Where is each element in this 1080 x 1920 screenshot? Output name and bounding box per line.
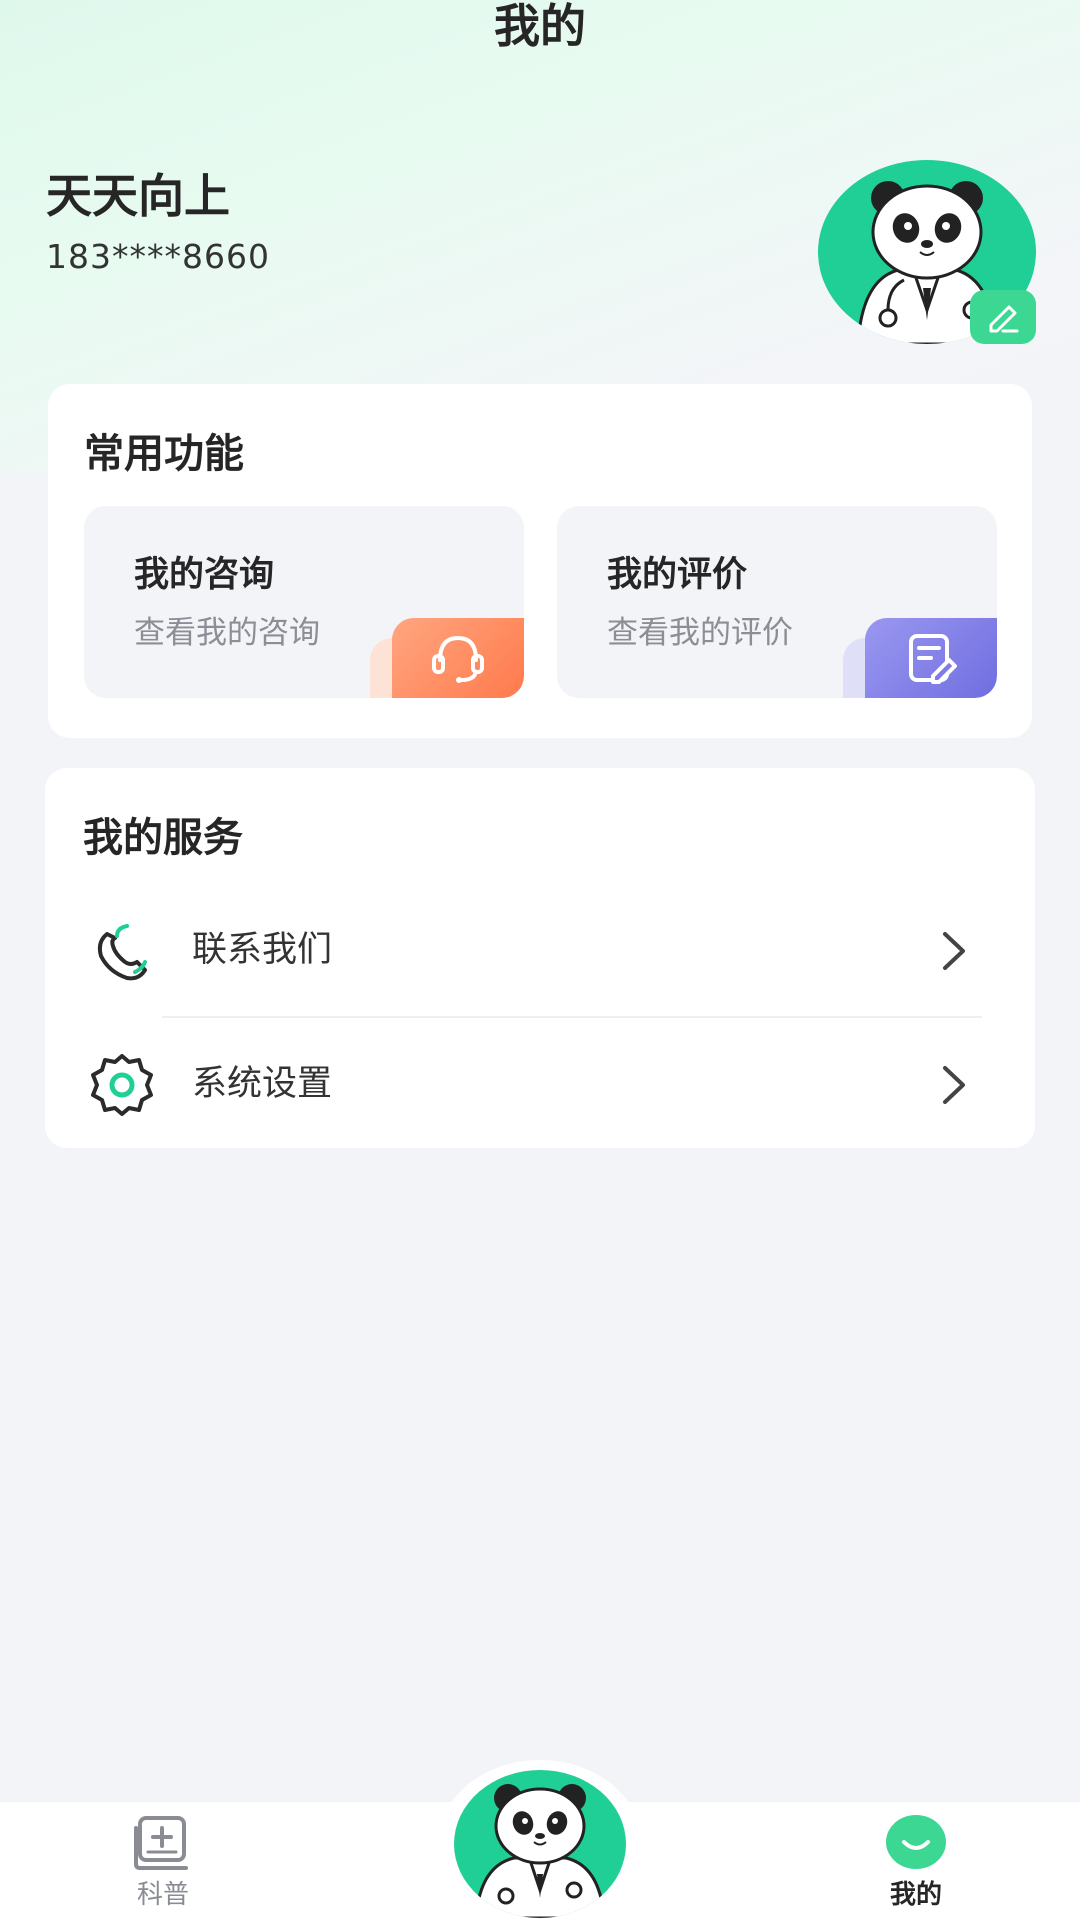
avatar[interactable]: [818, 160, 1036, 344]
service-item-system-settings[interactable]: 系统设置: [45, 1020, 1035, 1152]
chevron-right-icon: [943, 1066, 965, 1104]
smile-icon: [886, 1815, 946, 1869]
phone-icon: [97, 924, 147, 981]
tile-subtitle: 查看我的评价: [607, 615, 793, 651]
services-card: 我的服务 联系我们 系统设置: [45, 768, 1035, 1148]
tile-title: 我的评价: [607, 555, 748, 595]
service-divider: [162, 1016, 982, 1018]
tile-subtitle: 查看我的咨询: [134, 615, 320, 651]
tab-mine[interactable]: 我的: [856, 1814, 976, 1920]
common-functions-card: 常用功能 我的咨询 查看我的咨询 我的评价 查看我的评价: [48, 384, 1032, 738]
pencil-icon: [989, 305, 1019, 333]
section-title-services: 我的服务: [83, 815, 243, 861]
edit-avatar-button[interactable]: [970, 290, 1036, 344]
service-item-contact-us[interactable]: 联系我们: [45, 886, 1035, 1018]
headset-icon: [392, 618, 524, 698]
tile-title: 我的咨询: [134, 555, 275, 595]
section-title-common: 常用功能: [84, 431, 244, 477]
service-label: 系统设置: [192, 1064, 333, 1104]
edit-note-icon: [865, 618, 997, 698]
tile-my-reviews[interactable]: 我的评价 查看我的评价: [557, 506, 997, 698]
chevron-right-icon: [943, 932, 965, 970]
tab-label: 我的: [889, 1880, 942, 1910]
tab-label: 科普: [136, 1880, 189, 1910]
tab-center-avatar-button[interactable]: [454, 1770, 626, 1918]
panda-doctor-avatar: [474, 1784, 606, 1918]
page-title: 我的: [494, 0, 586, 53]
tab-science[interactable]: 科普: [103, 1814, 223, 1920]
tile-my-consultation[interactable]: 我的咨询 查看我的咨询: [84, 506, 524, 698]
user-name: 天天向上: [46, 169, 230, 223]
book-plus-icon: [134, 1816, 188, 1870]
gear-icon: [91, 1054, 153, 1116]
user-phone: 183****8660: [46, 237, 270, 276]
service-label: 联系我们: [192, 930, 333, 970]
